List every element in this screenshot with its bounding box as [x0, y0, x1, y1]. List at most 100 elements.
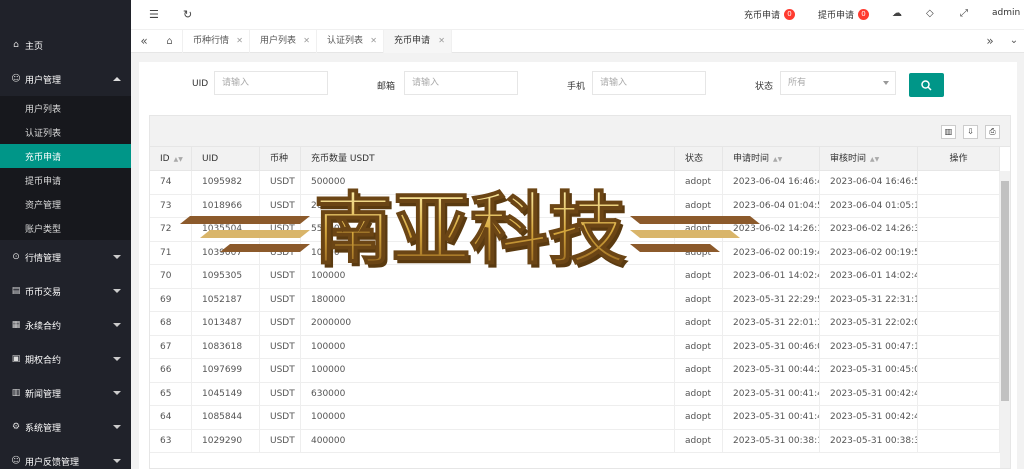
sidebar-item-user-list[interactable]: 用户列表 — [0, 96, 131, 120]
cell-actions — [918, 312, 1000, 335]
menu-toggle-icon[interactable]: ☰ — [149, 8, 159, 21]
table-row[interactable]: 64 1085844 USDT 100000 adopt 2023-05-31 00:41… — [150, 406, 1000, 430]
sidebar-item-asset-management[interactable]: 资产管理 — [0, 192, 131, 216]
cell-amount: 100000 — [301, 265, 675, 288]
chevron-down-icon — [113, 255, 121, 259]
tab-auth-list[interactable]: 认证列表 ✕ — [317, 30, 384, 53]
theme-icon[interactable]: ☁ — [892, 8, 902, 19]
cell-currency: USDT — [260, 194, 301, 218]
table-row[interactable]: 67 1083618 USDT 100000 adopt 2023-05-31 00:46… — [150, 335, 1000, 359]
sidebar-group-perpetual[interactable]: ▦ 永续合约 — [0, 308, 131, 342]
table-row[interactable]: 74 1095982 USDT 500000 adopt 2023-06-04 16:46… — [150, 171, 1000, 195]
cell-actions — [918, 241, 1000, 265]
tab-coin-market[interactable]: 币种行情 ✕ — [183, 30, 250, 53]
cell-review-time: 2023-05-31 22:31:19 — [820, 288, 918, 312]
table-row[interactable]: 73 1018966 USDT 200000 adopt 2023-06-04 01:04… — [150, 194, 1000, 218]
sidebar-item-home[interactable]: ⌂ 主页 — [0, 28, 131, 62]
phone-label: 手机 — [567, 82, 586, 92]
tab-home-icon[interactable]: ⌂ — [157, 30, 183, 53]
header-deposit-requests[interactable]: 充币申请 0 — [744, 8, 796, 21]
cell-status: adopt — [675, 241, 723, 265]
table-row[interactable]: 72 1035504 USDT 550000 adopt 2023-06-02 14:26… — [150, 218, 1000, 242]
close-icon[interactable]: ✕ — [303, 30, 310, 52]
sidebar: ⌂ 主页 ☺ 用户管理 用户列表 认证列表 充币申请 提币申请 资产管理 账户类… — [0, 0, 131, 469]
phone-input[interactable]: 请输入 — [592, 71, 706, 95]
tabs-scroll-right-icon[interactable]: » — [979, 30, 1001, 53]
tab-bar: « ⌂ 币种行情 ✕ 用户列表 ✕ 认证列表 ✕ 充币申请 ✕ » ⌄ — [131, 30, 1024, 53]
cell-id: 72 — [150, 218, 192, 241]
sort-icon[interactable]: ▲▼ — [870, 156, 879, 163]
tabs-menu-icon[interactable]: ⌄ — [1003, 30, 1024, 53]
sidebar-group-news[interactable]: ▥ 新闻管理 — [0, 376, 131, 410]
col-uid: UID — [192, 147, 260, 171]
cell-actions — [918, 265, 1000, 288]
scroll-thumb[interactable] — [1001, 181, 1009, 401]
cell-status: adopt — [675, 171, 723, 194]
cell-apply-time: 2023-05-31 00:38:15 — [723, 429, 820, 453]
print-icon[interactable]: ⎙ — [985, 125, 1000, 139]
table-row[interactable]: 70 1095305 USDT 100000 adopt 2023-06-01 14:02… — [150, 265, 1000, 289]
table-row[interactable]: 63 1029290 USDT 400000 adopt 2023-05-31 00:38… — [150, 429, 1000, 453]
refresh-icon[interactable]: ↻ — [183, 8, 192, 21]
cell-id: 65 — [150, 382, 192, 406]
cell-review-time: 2023-06-02 00:19:55 — [820, 241, 918, 265]
col-amount: 充币数量 USDT — [301, 147, 675, 171]
feedback-icon: ☺ — [11, 456, 21, 466]
cell-amount: 100000 — [301, 406, 675, 429]
sort-icon[interactable]: ▲▼ — [174, 156, 183, 163]
col-apply-time[interactable]: 申请时间 ▲▼ — [723, 147, 820, 171]
tabs-scroll-left-icon[interactable]: « — [133, 30, 155, 53]
columns-filter-icon[interactable]: ▥ — [941, 125, 956, 139]
cell-amount: 630000 — [301, 382, 675, 406]
cell-uid: 1039007 — [192, 241, 260, 265]
tab-user-list[interactable]: 用户列表 ✕ — [250, 30, 317, 53]
col-id[interactable]: ID ▲▼ — [150, 147, 192, 171]
cell-currency: USDT — [260, 335, 301, 359]
table-row[interactable]: 65 1045149 USDT 630000 adopt 2023-05-31 00:41… — [150, 382, 1000, 406]
cell-apply-time: 2023-06-04 16:46:43 — [723, 171, 820, 194]
email-input[interactable]: 请输入 — [404, 71, 518, 95]
chevron-down-icon — [113, 425, 121, 429]
table-scrollbar[interactable] — [1000, 171, 1010, 468]
cell-amount: 500000 — [301, 171, 675, 194]
fullscreen-icon[interactable]: ⤢ — [960, 8, 968, 19]
sidebar-group-options[interactable]: ▣ 期权合约 — [0, 342, 131, 376]
sidebar-group-feedback[interactable]: ☺ 用户反馈管理 — [0, 444, 131, 469]
header-withdraw-requests[interactable]: 提币申请 0 — [818, 8, 870, 21]
sidebar-group-user-management[interactable]: ☺ 用户管理 — [0, 62, 131, 96]
sidebar-item-auth-list[interactable]: 认证列表 — [0, 120, 131, 144]
close-icon[interactable]: ✕ — [438, 30, 445, 52]
sidebar-group-coin-trade[interactable]: ▤ 币币交易 — [0, 274, 131, 308]
cell-actions — [918, 288, 1000, 312]
cell-review-time: 2023-06-02 14:26:38 — [820, 218, 918, 241]
table-row[interactable]: 71 1039007 USDT 10000 adopt 2023-06-02 00:19:… — [150, 241, 1000, 265]
search-button[interactable] — [909, 73, 944, 97]
sidebar-item-withdraw-requests[interactable]: 提币申请 — [0, 168, 131, 192]
table-row[interactable]: 69 1052187 USDT 180000 adopt 2023-05-31 22:29… — [150, 288, 1000, 312]
table-row[interactable]: 68 1013487 USDT 2000000 adopt 2023-05-31 22:0… — [150, 312, 1000, 336]
close-icon[interactable]: ✕ — [236, 30, 243, 52]
cell-apply-time: 2023-05-31 00:41:43 — [723, 406, 820, 429]
sidebar-group-system[interactable]: ⚙ 系统管理 — [0, 410, 131, 444]
uid-input[interactable]: 请输入 — [214, 71, 328, 95]
sidebar-item-deposit-requests[interactable]: 充币申请 — [0, 144, 131, 168]
table-row[interactable]: 66 1097699 USDT 100000 adopt 2023-05-31 00:44… — [150, 359, 1000, 383]
status-select[interactable]: 所有 — [780, 71, 896, 95]
cell-status: adopt — [675, 288, 723, 312]
export-icon[interactable]: ⇩ — [963, 125, 978, 139]
close-icon[interactable]: ✕ — [370, 30, 377, 52]
status-label: 状态 — [755, 82, 774, 92]
sidebar-item-account-types[interactable]: 账户类型 — [0, 216, 131, 240]
tab-deposit-requests[interactable]: 充币申请 ✕ — [384, 30, 452, 53]
cell-amount: 200000 — [301, 194, 675, 218]
user-menu[interactable]: admin — [992, 8, 1024, 18]
sidebar-group-market[interactable]: ⊙ 行情管理 — [0, 240, 131, 274]
tag-icon[interactable]: ◇ — [926, 8, 934, 19]
uid-label: UID — [192, 79, 209, 89]
cell-amount: 2000000 — [301, 312, 675, 335]
cell-actions — [918, 429, 1000, 453]
cell-id: 64 — [150, 406, 192, 429]
sort-icon[interactable]: ▲▼ — [773, 156, 782, 163]
cell-uid: 1085844 — [192, 406, 260, 429]
col-review-time[interactable]: 审核时间 ▲▼ — [820, 147, 918, 171]
